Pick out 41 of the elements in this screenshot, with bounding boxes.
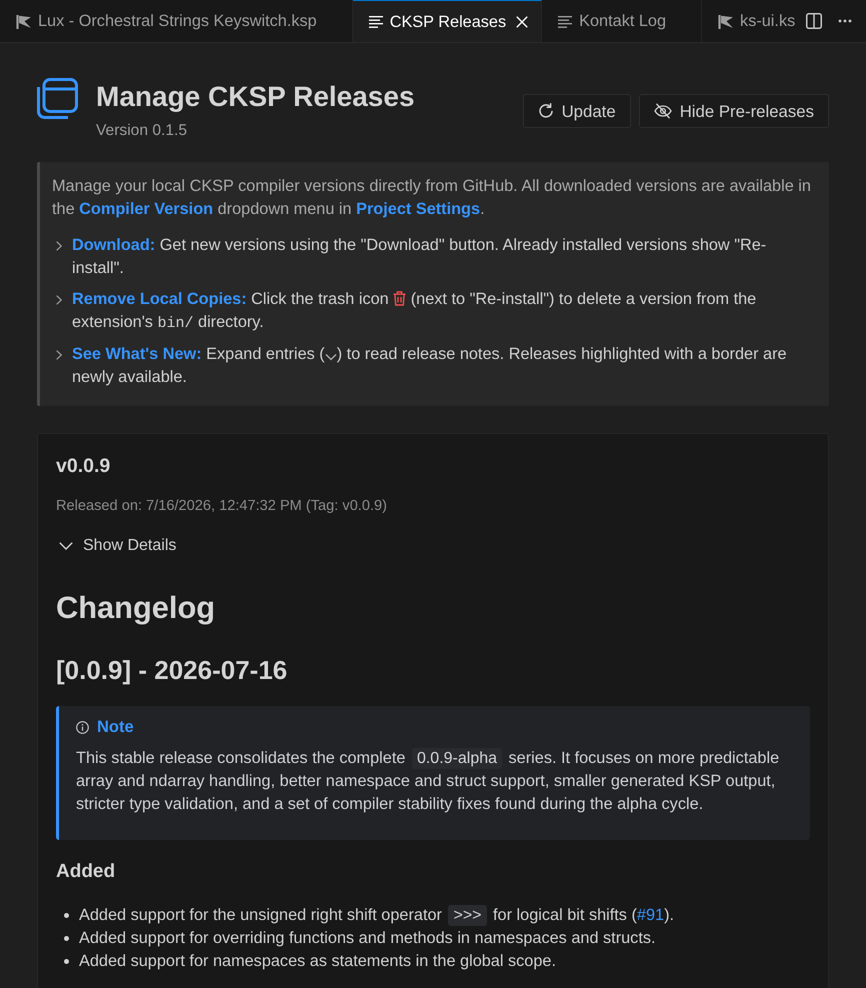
intro-text: Manage your local CKSP compiler versions directly from GitHub. All downloaded versions are available in the Compiler Version dropdown menu in Project Settings. xyxy=(52,176,812,220)
version-heading: [0.0.9] - 2026-07-16 xyxy=(56,655,288,685)
tip-text: Remove Local Copies: Click the trash icon (next to "Re-install") to delete a version from the extension's bin/ directory. xyxy=(72,289,758,334)
chevron-right-icon xyxy=(56,350,62,360)
list-item-text: Added support for overriding functions and methods in namespaces and structs. xyxy=(79,928,656,949)
split-editor-icon[interactable] xyxy=(806,13,822,29)
window-icon xyxy=(37,78,78,119)
trash-icon xyxy=(393,291,406,306)
tip-text: See What's New: Expand entries ( ) to read release notes. Releases highlighted with a border are newly available. xyxy=(72,344,788,388)
changelog-heading: Changelog xyxy=(56,590,216,626)
more-icon[interactable] xyxy=(838,19,852,23)
release-date: Released on: 7/16/2026, 12:47:32 PM (Tag: v0.0.9) xyxy=(56,497,388,515)
version-text: Version 0.1.5 xyxy=(96,121,188,141)
note-title: Note xyxy=(97,717,134,738)
lines-icon xyxy=(368,16,383,28)
lines-icon xyxy=(558,16,572,28)
eye-slash-icon xyxy=(654,103,672,119)
refresh-icon xyxy=(538,103,554,119)
chevron-right-icon xyxy=(56,241,62,251)
info-icon xyxy=(76,720,89,734)
page-title: Manage CKSP Releases xyxy=(96,80,415,114)
release-version: v0.0.9 xyxy=(56,455,112,477)
bullet-icon xyxy=(64,936,69,941)
chevron-right-icon xyxy=(56,295,62,305)
note-text: This stable release consolidates the complete 0.0.9-alpha series. It focuses on more predictable array and ndarray handling, better namespace and struct support, smaller generated KSP output, stricter type validation, and a set of compiler stability fixes found during the alpha cycle. xyxy=(76,747,780,815)
flag-icon xyxy=(718,14,734,28)
chevron-down-icon xyxy=(59,542,73,550)
chevron-down-icon xyxy=(324,353,337,361)
section-heading: Added xyxy=(56,860,116,884)
tip-text: Download: Get new versions using the "Download" button. Already installed versions show "Re-install". xyxy=(72,235,768,279)
issue-link[interactable]: #91 xyxy=(636,906,664,924)
flag-icon xyxy=(16,14,31,28)
bullet-icon xyxy=(64,959,69,964)
close-icon[interactable] xyxy=(516,16,528,28)
details-toggle[interactable]: Show Details xyxy=(56,535,176,557)
list-item-text: Added support for namespaces as statements in the global scope. xyxy=(79,951,556,972)
update-button[interactable]: Update xyxy=(522,94,631,128)
list-item-text: Added support for the unsigned right shift operator >>> for logical bit shifts (#91). xyxy=(79,904,674,927)
bullet-icon xyxy=(64,913,69,918)
editor-tab[interactable]: CKSP Releases xyxy=(352,0,542,42)
toggle-button[interactable]: Hide Pre-releases xyxy=(638,94,829,128)
